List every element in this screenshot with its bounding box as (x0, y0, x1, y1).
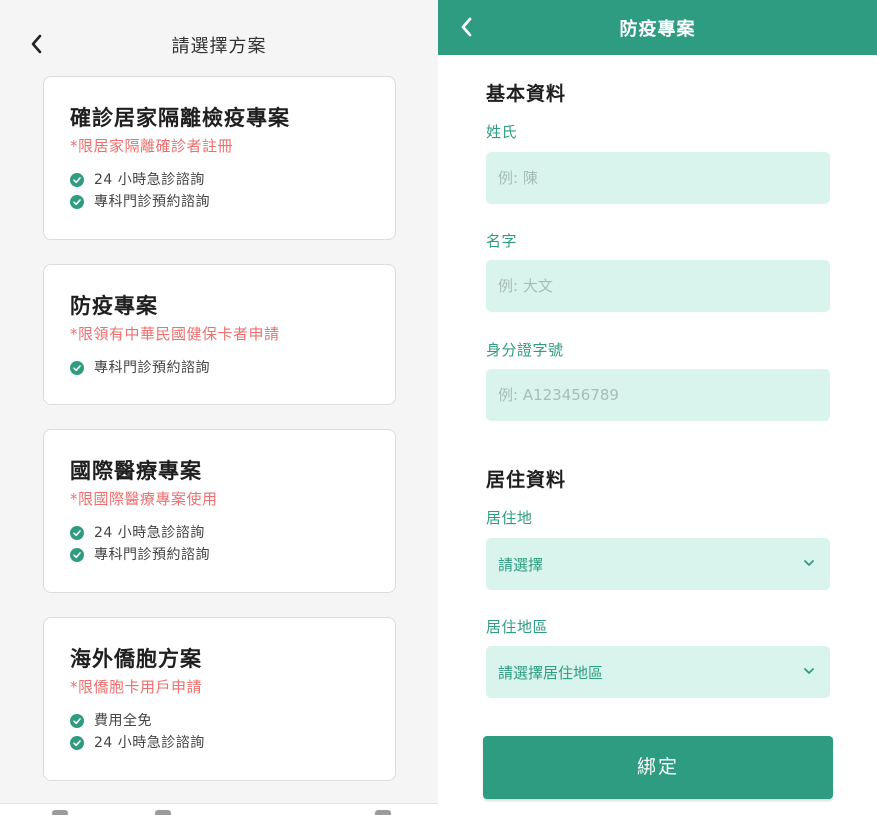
feature-label: 專科門診預約諮詢 (94, 360, 210, 376)
list-item: 24 小時急診諮詢 (70, 732, 369, 754)
plan-restriction-note: *限國際醫療專案使用 (70, 490, 218, 508)
plan-restriction-note: *限居家隔離確診者註冊 (70, 137, 234, 155)
tab-icon[interactable] (52, 810, 68, 815)
list-item: 專科門診預約諮詢 (70, 357, 369, 379)
check-circle-icon (70, 526, 84, 540)
list-item: 24 小時急診諮詢 (70, 522, 369, 544)
plan-title: 國際醫療專案 (70, 459, 202, 483)
plan-title: 海外僑胞方案 (70, 647, 202, 671)
plan-feature-list: 專科門診預約諮詢 (70, 357, 369, 379)
plan-feature-list: 費用全免 24 小時急診諮詢 (70, 710, 369, 754)
last-name-label: 姓氏 (486, 123, 518, 141)
plan-restriction-note: *限領有中華民國健保卡者申請 (70, 325, 280, 343)
last-name-input[interactable] (486, 152, 830, 204)
tab-icon[interactable] (375, 810, 391, 815)
chevron-down-icon (804, 560, 814, 566)
plan-restriction-note: *限僑胞卡用戶申請 (70, 678, 203, 696)
check-circle-icon (70, 361, 84, 375)
form-header: 防疫專案 (438, 0, 877, 55)
list-item: 專科門診預約諮詢 (70, 191, 369, 213)
bind-button[interactable]: 綁定 (483, 736, 833, 799)
residence-info-heading: 居住資料 (486, 469, 567, 491)
plan-card-international-medical[interactable]: 國際醫療專案 *限國際醫療專案使用 24 小時急診諮詢 專科門診預約諮詢 (43, 429, 396, 593)
plan-feature-list: 24 小時急診諮詢 專科門診預約諮詢 (70, 522, 369, 566)
check-circle-icon (70, 173, 84, 187)
check-circle-icon (70, 714, 84, 728)
tab-icon[interactable] (155, 810, 171, 815)
bottom-tab-bar (0, 803, 438, 815)
binding-form-screen: 防疫專案 基本資料 姓氏 名字 身分證字號 居住資料 居住地 請選擇 居住地區 … (438, 0, 877, 815)
check-circle-icon (70, 736, 84, 750)
page-title: 請選擇方案 (171, 36, 267, 57)
chevron-down-icon (804, 668, 814, 674)
feature-label: 24 小時急診諮詢 (94, 525, 205, 541)
page-title: 防疫專案 (619, 19, 696, 40)
id-number-label: 身分證字號 (486, 341, 564, 359)
plan-feature-list: 24 小時急診諮詢 專科門診預約諮詢 (70, 169, 369, 213)
feature-label: 費用全免 (94, 713, 152, 729)
check-circle-icon (70, 548, 84, 562)
residence-area-select-value: 請選擇居住地區 (498, 663, 604, 682)
list-item: 24 小時急診諮詢 (70, 169, 369, 191)
list-item: 專科門診預約諮詢 (70, 544, 369, 566)
plan-selection-screen: 請選擇方案 確診居家隔離檢疫專案 *限居家隔離確診者註冊 24 小時急診諮詢 專… (0, 0, 438, 815)
feature-label: 專科門診預約諮詢 (94, 547, 210, 563)
residence-label: 居住地 (486, 509, 533, 527)
plan-title: 確診居家隔離檢疫專案 (70, 106, 290, 130)
check-circle-icon (70, 195, 84, 209)
list-item: 費用全免 (70, 710, 369, 732)
basic-info-heading: 基本資料 (486, 83, 567, 105)
id-number-input[interactable] (486, 369, 830, 421)
feature-label: 專科門診預約諮詢 (94, 194, 210, 210)
residence-select[interactable]: 請選擇 (486, 538, 830, 590)
residence-area-label: 居住地區 (486, 618, 549, 636)
plan-title: 防疫專案 (70, 294, 158, 318)
feature-label: 24 小時急診諮詢 (94, 172, 205, 188)
plan-card-overseas-compatriots[interactable]: 海外僑胞方案 *限僑胞卡用戶申請 費用全免 24 小時急診諮詢 (43, 617, 396, 781)
residence-area-select[interactable]: 請選擇居住地區 (486, 646, 830, 698)
first-name-label: 名字 (486, 232, 518, 250)
plan-card-epidemic-prevention[interactable]: 防疫專案 *限領有中華民國健保卡者申請 專科門診預約諮詢 (43, 264, 396, 405)
feature-label: 24 小時急診諮詢 (94, 735, 205, 751)
residence-select-value: 請選擇 (498, 555, 544, 574)
plan-card-quarantine[interactable]: 確診居家隔離檢疫專案 *限居家隔離確診者註冊 24 小時急診諮詢 專科門診預約諮… (43, 76, 396, 240)
first-name-input[interactable] (486, 260, 830, 312)
